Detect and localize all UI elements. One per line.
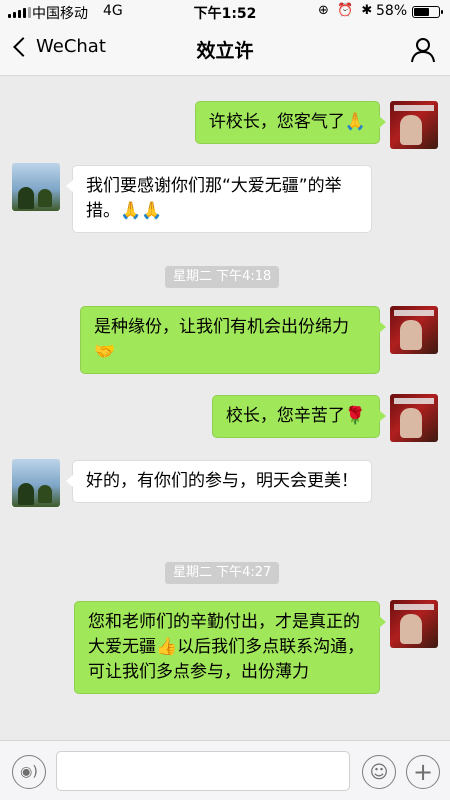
message-bubble-outgoing[interactable]: 您和老师们的辛勤付出，才是真正的大爱无疆👍以后我们多点联系沟通，可让我们多点参与…: [74, 601, 386, 694]
message-bubble-incoming[interactable]: 我们要感谢你们那“大爱无疆”的举措。🙏🙏: [66, 165, 372, 233]
timestamp: 星期二 下午4:27: [165, 562, 280, 584]
back-button[interactable]: WeChat: [8, 36, 106, 57]
battery-icon: [412, 6, 443, 18]
battery-percent: 58%: [376, 3, 408, 19]
my-avatar[interactable]: [390, 394, 438, 442]
message-input[interactable]: [56, 751, 350, 791]
timestamp: 星期二 下午4:18: [165, 266, 280, 288]
my-avatar[interactable]: [390, 101, 438, 149]
contact-avatar[interactable]: [12, 163, 60, 211]
contact-avatar[interactable]: [12, 459, 60, 507]
my-avatar[interactable]: [390, 306, 438, 354]
message-bubble-incoming[interactable]: 好的，有你们的参与，明天会更美！: [66, 460, 372, 503]
message-bubble-outgoing[interactable]: 校长，您辛苦了🌹: [211, 395, 387, 438]
my-avatar[interactable]: [390, 600, 438, 648]
status-icons: ⊕ ⏰ ✱: [318, 3, 375, 18]
message-bubble-outgoing[interactable]: 许校长，您客气了🙏: [194, 101, 387, 144]
input-bar: ◉) ☺ +: [0, 740, 450, 800]
chevron-left-icon: [13, 36, 33, 57]
message-bubble-outgoing[interactable]: 是种缘份，让我们有机会出份绵力🤝: [80, 306, 386, 374]
voice-icon[interactable]: ◉): [12, 755, 46, 789]
status-bar: 中国移动 4G 下午1:52 ⊕ ⏰ ✱ 58%: [0, 0, 450, 24]
nav-bar: WeChat 效立许: [0, 24, 450, 76]
chat-area[interactable]: 许校长，您客气了🙏 我们要感谢你们那“大爱无疆”的举措。🙏🙏 星期二 下午4:1…: [0, 77, 450, 740]
emoji-icon[interactable]: ☺: [362, 755, 396, 789]
back-label: WeChat: [36, 36, 106, 57]
profile-icon[interactable]: [410, 37, 436, 63]
plus-icon[interactable]: +: [406, 755, 440, 789]
